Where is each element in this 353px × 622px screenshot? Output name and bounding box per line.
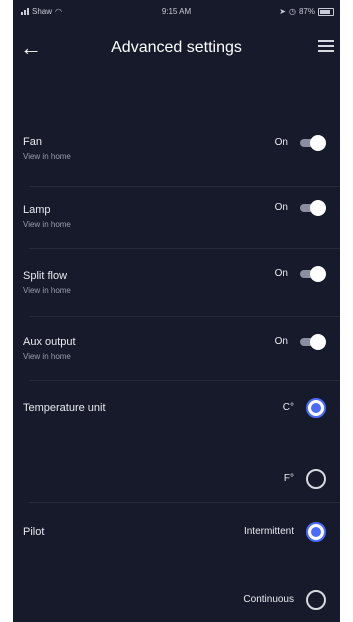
battery-icon (318, 7, 334, 16)
pilot-option-intermittent-label: Intermittent (243, 526, 294, 537)
split-flow-toggle[interactable] (298, 266, 326, 282)
setting-row-aux-output[interactable]: Aux output View in home On (13, 332, 340, 376)
pilot-option-continuous-row: Continuous (13, 588, 340, 614)
temperature-option-f-radio[interactable] (306, 469, 326, 489)
temperature-option-c-radio[interactable] (306, 398, 326, 418)
setting-state-aux-output: On (274, 336, 288, 347)
alarm-icon: ◷ (289, 7, 296, 16)
aux-output-toggle[interactable] (298, 334, 326, 350)
pilot-option-continuous-radio[interactable] (306, 590, 326, 610)
pilot-label: Pilot (23, 526, 45, 538)
setting-label-lamp: Lamp (23, 204, 51, 216)
setting-state-fan: On (274, 137, 288, 148)
setting-sublabel-fan[interactable]: View in home (23, 152, 71, 161)
setting-label-aux-output: Aux output (23, 336, 76, 348)
hamburger-menu-icon[interactable] (318, 40, 334, 54)
temperature-option-f-row: F° (13, 466, 340, 492)
setting-label-split-flow: Split flow (23, 270, 68, 282)
pilot-option-continuous-label: Continuous (243, 594, 294, 605)
setting-row-split-flow[interactable]: Split flow View in home On (13, 264, 340, 308)
status-right: ➤ ◷ 87% (279, 7, 334, 16)
divider (29, 502, 340, 503)
fan-toggle[interactable] (298, 135, 326, 151)
battery-percent: 87% (298, 7, 315, 16)
setting-row-lamp[interactable]: Lamp View in home On (13, 198, 340, 242)
divider (29, 316, 340, 317)
setting-label-fan: Fan (23, 136, 42, 148)
setting-state-lamp: On (274, 202, 288, 213)
setting-row-fan[interactable]: Fan View in home On (13, 132, 340, 176)
pilot-row: Pilot Intermittent (13, 520, 340, 546)
temperature-unit-label: Temperature unit (23, 402, 106, 414)
temperature-unit-row: Temperature unit C° (13, 396, 340, 422)
temperature-option-f-label: F° (283, 473, 294, 484)
temperature-option-c-label: C° (282, 402, 294, 413)
page-title: Advanced settings (111, 39, 242, 56)
divider (29, 186, 340, 187)
setting-sublabel-split-flow[interactable]: View in home (23, 286, 71, 295)
setting-sublabel-lamp[interactable]: View in home (23, 220, 71, 229)
app-bar: ← Advanced settings (13, 28, 340, 68)
status-bar: Shaw ◠ 9:15 AM ➤ ◷ 87% (13, 0, 340, 24)
divider (29, 380, 340, 381)
setting-sublabel-aux-output[interactable]: View in home (23, 352, 71, 361)
setting-state-split-flow: On (274, 268, 288, 279)
divider (29, 248, 340, 249)
location-icon: ➤ (279, 7, 286, 16)
pilot-option-intermittent-radio[interactable] (306, 522, 326, 542)
settings-screen: Shaw ◠ 9:15 AM ➤ ◷ 87% ← Advanced settin… (13, 0, 340, 622)
lamp-toggle[interactable] (298, 200, 326, 216)
